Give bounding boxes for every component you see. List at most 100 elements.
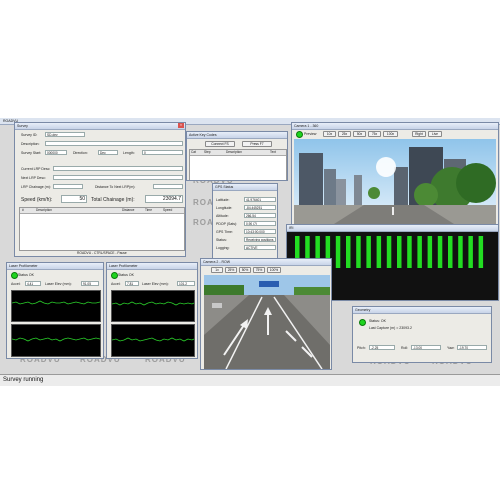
laser1-status-indicator (11, 272, 18, 279)
status-bar: Survey running (0, 374, 500, 386)
geometry-title[interactable]: Geometry (353, 307, 491, 314)
cam2-zoom-100-button[interactable]: 100% (267, 267, 281, 273)
current-lrp-label: Current LRP Desc: (21, 167, 51, 171)
connect-fs-button[interactable]: Connect FS (205, 141, 235, 147)
profiler-bar (417, 236, 422, 268)
close-icon[interactable]: × (178, 123, 184, 128)
laser2-status-text: Status OK (118, 273, 134, 277)
distance-next-lrp-field[interactable] (153, 184, 183, 189)
key-codes-window: Active Key Codes Connect FS Press F7 Cat… (186, 131, 288, 181)
next-lrp-field[interactable] (53, 175, 183, 180)
zoom-10-button[interactable]: 10x (323, 131, 336, 137)
cam2-zoom-1-button[interactable]: 1x (211, 267, 223, 273)
col-header-speed[interactable]: Speed (163, 208, 172, 212)
current-lrp-field[interactable] (53, 166, 183, 171)
gps-title[interactable]: GPS Status (213, 184, 277, 191)
laser2-elev-field: 101.2 (177, 281, 195, 286)
key-codes-title[interactable]: Active Key Codes (187, 132, 287, 139)
logging-label: Logging: (216, 246, 230, 250)
pdop-label: PDOP (Sats): (216, 222, 238, 226)
camera1-title[interactable]: Camera 1 - 360 (292, 123, 498, 130)
col-header-number[interactable]: # (22, 208, 24, 212)
col-header-cat[interactable]: Cat (191, 150, 196, 154)
gps-status-field: Receiving positions (244, 237, 276, 242)
pause-hint: ROADVU - CTRL/SPACE - Pause (77, 251, 127, 255)
status-text: Survey running (3, 377, 44, 383)
col-header-description[interactable]: Description (36, 208, 52, 212)
survey-id-field[interactable]: SD-dev (45, 132, 85, 137)
geometry-status-indicator (359, 319, 366, 326)
geometry-last-capture: Last Capture (m) = 23093.2 (369, 326, 412, 330)
profiler-bar (376, 236, 382, 268)
key-codes-table[interactable]: Cat Step Description Text (189, 149, 287, 180)
gps-time-label: GPS Time: (216, 230, 233, 234)
laser2-title[interactable]: Laser Profilometer (107, 263, 197, 270)
length-field[interactable]: 0 (142, 150, 183, 155)
survey-id-label: Survey ID: (21, 133, 38, 137)
geometry-status-text: Status: OK (369, 319, 386, 323)
zoom-75-button[interactable]: 75x (368, 131, 381, 137)
profiler-bar (407, 236, 412, 268)
pdop-field: 0.90 (7) (244, 221, 276, 226)
laser2-accel-label: Accel: (111, 282, 121, 286)
event-table[interactable]: # Description Distance Time Speed (19, 207, 185, 251)
col-header-step[interactable]: Step (204, 150, 211, 154)
lrp-chainage-field[interactable] (53, 184, 83, 189)
laser1-title[interactable]: Laser Profilometer (7, 263, 103, 270)
camera1-live-button[interactable]: Live (428, 131, 442, 137)
col-header-text[interactable]: Text (270, 150, 276, 154)
survey-start-label: Survey Start: (21, 151, 42, 155)
zoom-50-button[interactable]: 50x (353, 131, 366, 137)
laser2-lower-plot (111, 324, 195, 357)
camera1-right-button[interactable]: Right (412, 131, 426, 137)
laser1-elev-label: Laser Elev (mm): (45, 282, 72, 286)
camera1-preview-label: Preview (304, 132, 317, 136)
zoom-100-button[interactable]: 100x (383, 131, 398, 137)
longitude-label: Longitude: (216, 206, 233, 210)
direction-field[interactable]: Dec (98, 150, 118, 155)
cam2-zoom-50-button[interactable]: 50% (239, 267, 251, 273)
laser1-status-text: Status OK (18, 273, 34, 277)
geometry-window: Geometry Status: OK Last Capture (m) = 2… (352, 306, 492, 363)
press-f7-button[interactable]: Press F7 (242, 141, 272, 147)
profiler-bar (386, 236, 392, 268)
camera2-title[interactable]: Camera 2 - ROW (201, 259, 331, 266)
laser1-window: Laser Profilometer Status OK Accel: 4.41… (6, 262, 104, 359)
pitch-label: Pitch: (357, 346, 366, 350)
col-header-distance[interactable]: Distance (122, 208, 134, 212)
yaw-field: -19.70 (457, 345, 487, 350)
zoom-25-button[interactable]: 25x (338, 131, 351, 137)
latitude-field: 41.976401 (244, 197, 276, 202)
profiler-bar (356, 236, 361, 268)
description-field[interactable] (45, 141, 183, 146)
gps-time-field: 10:43:00.000 (244, 229, 276, 234)
col-header-time[interactable]: Time (145, 208, 152, 212)
next-lrp-label: Next LRP Desc: (21, 176, 46, 180)
survey-window: Survey × Survey ID: SD-dev Description: S… (14, 122, 186, 257)
altitude-label: Altitude: (216, 214, 229, 218)
longitude-field: -84.445251 (244, 205, 276, 210)
profiler-bar (346, 236, 351, 268)
lrp-chainage-label: LRP Chainage (m): (21, 185, 51, 189)
laser2-window: Laser Profilometer Status OK Accel: 7.81… (106, 262, 198, 359)
col-header-description[interactable]: Description (226, 150, 242, 154)
survey-start-field[interactable]: 000000 (45, 150, 67, 155)
profiler-title[interactable]: IRI (287, 225, 498, 232)
total-chainage-label: Total Chainage (m): (91, 197, 135, 203)
laser2-accel-field: 7.81 (125, 281, 139, 286)
laser2-upper-plot (111, 290, 195, 322)
length-label: Length: (123, 151, 135, 155)
roll-field: -13.00 (411, 345, 441, 350)
camera2-road-image (204, 275, 330, 369)
cam2-zoom-75-button[interactable]: 75% (253, 267, 265, 273)
camera2-window: Camera 2 - ROW 1x 25% 50% 75% 100% (200, 258, 332, 370)
laser2-upper-trace (111, 301, 195, 306)
laser1-upper-trace (11, 300, 101, 305)
distance-next-lrp-label: Distance To Next LRP(m): (95, 185, 136, 189)
laser2-status-indicator (111, 272, 118, 279)
laser1-accel-label: Accel: (11, 282, 21, 286)
camera1-street-image (294, 139, 496, 224)
profiler-bar (397, 236, 402, 268)
survey-window-title[interactable]: Survey × (15, 123, 185, 130)
cam2-zoom-25-button[interactable]: 25% (225, 267, 237, 273)
